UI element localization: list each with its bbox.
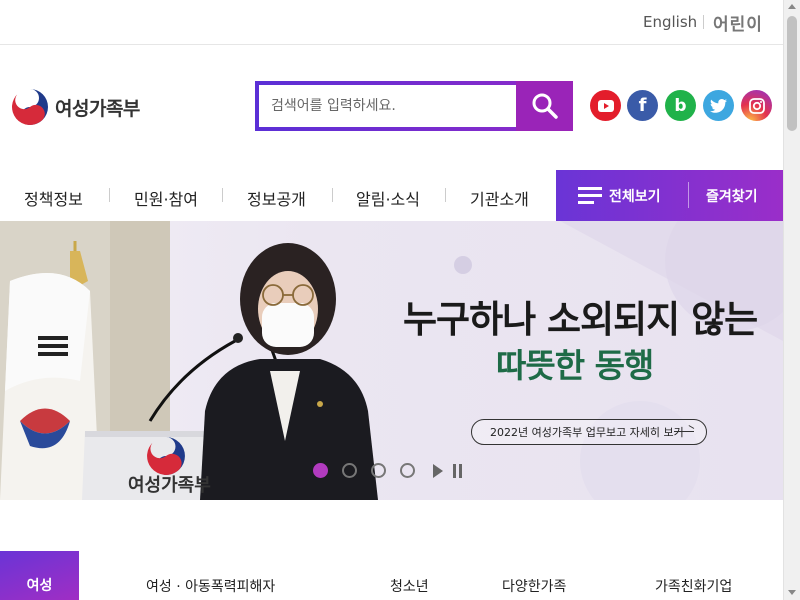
search-button[interactable] xyxy=(516,81,573,131)
play-icon[interactable] xyxy=(433,464,443,478)
all-menu-button[interactable]: 전체보기 xyxy=(578,186,661,206)
scroll-thumb[interactable] xyxy=(787,16,797,131)
search-box xyxy=(255,81,573,131)
scroll-up-icon[interactable] xyxy=(788,4,796,9)
tab-family-friendly[interactable]: 가족친화기업 xyxy=(655,576,732,596)
hero-banner[interactable]: 여성가족부 누구하나 소외되지 않는 따뜻한 동행 2022년 여성가족부 업무… xyxy=(0,221,783,500)
site-logo[interactable]: 여성가족부 xyxy=(11,88,140,126)
search-input[interactable] xyxy=(259,85,517,127)
divider xyxy=(332,188,333,202)
podium-logo-icon xyxy=(147,437,185,475)
top-utility-bar: English 어린이 xyxy=(0,0,783,45)
tab-women[interactable]: 여성 xyxy=(0,551,79,600)
twitter-icon[interactable] xyxy=(703,90,734,121)
divider xyxy=(222,188,223,202)
vertical-scrollbar[interactable] xyxy=(783,0,800,600)
tab-youth[interactable]: 청소년 xyxy=(390,576,429,596)
arrow-right-icon xyxy=(674,431,694,432)
divider xyxy=(445,188,446,202)
kids-link[interactable]: 어린이 xyxy=(713,10,763,35)
hero-more-button[interactable]: 2022년 여성가족부 업무보고 자세히 보기 xyxy=(471,419,707,445)
hero-headline: 누구하나 소외되지 않는 xyxy=(403,298,758,341)
pause-icon[interactable] xyxy=(453,464,462,478)
search-icon xyxy=(532,93,558,119)
nav-actions: 전체보기 즐겨찾기 xyxy=(556,170,783,221)
divider xyxy=(688,182,689,208)
hero-subheadline: 따뜻한 동행 xyxy=(496,346,654,385)
slide-dot-2[interactable] xyxy=(342,463,357,478)
slide-dot-4[interactable] xyxy=(400,463,415,478)
taegeuk-logo-icon xyxy=(12,89,48,125)
category-tabs: 여성 여성 · 아동폭력피해자 청소년 다양한가족 가족친화기업 xyxy=(0,551,783,600)
nav-item-policy[interactable]: 정책정보 xyxy=(24,186,83,210)
nav-item-news[interactable]: 알림·소식 xyxy=(356,186,420,210)
favorites-button[interactable]: 즐겨찾기 xyxy=(706,186,758,206)
tab-diverse-families[interactable]: 다양한가족 xyxy=(502,576,566,596)
tab-label: 여성 xyxy=(26,577,53,594)
scroll-down-icon[interactable] xyxy=(788,590,796,595)
divider xyxy=(109,188,110,202)
site-name: 여성가족부 xyxy=(55,97,140,120)
main-nav: 정책정보 민원·참여 정보공개 알림·소식 기관소개 xyxy=(0,170,556,221)
hero-photo xyxy=(0,221,783,500)
facebook-icon[interactable]: f xyxy=(627,90,658,121)
all-menu-label: 전체보기 xyxy=(609,189,661,205)
youtube-icon[interactable] xyxy=(590,90,621,121)
hamburger-icon xyxy=(578,187,602,205)
blog-icon[interactable]: b xyxy=(665,90,696,121)
hero-more-label: 2022년 여성가족부 업무보고 자세히 보기 xyxy=(490,426,684,439)
slide-dot-1[interactable] xyxy=(313,463,328,478)
nav-item-info[interactable]: 정보공개 xyxy=(247,186,306,210)
english-link[interactable]: English xyxy=(643,13,697,31)
divider xyxy=(703,15,704,29)
nav-item-civil[interactable]: 민원·참여 xyxy=(134,186,198,210)
instagram-icon[interactable] xyxy=(741,90,772,121)
nav-item-about[interactable]: 기관소개 xyxy=(470,186,529,210)
podium-text: 여성가족부 xyxy=(128,475,211,496)
tab-violence-victims[interactable]: 여성 · 아동폭력피해자 xyxy=(146,576,275,596)
slide-dot-3[interactable] xyxy=(371,463,386,478)
